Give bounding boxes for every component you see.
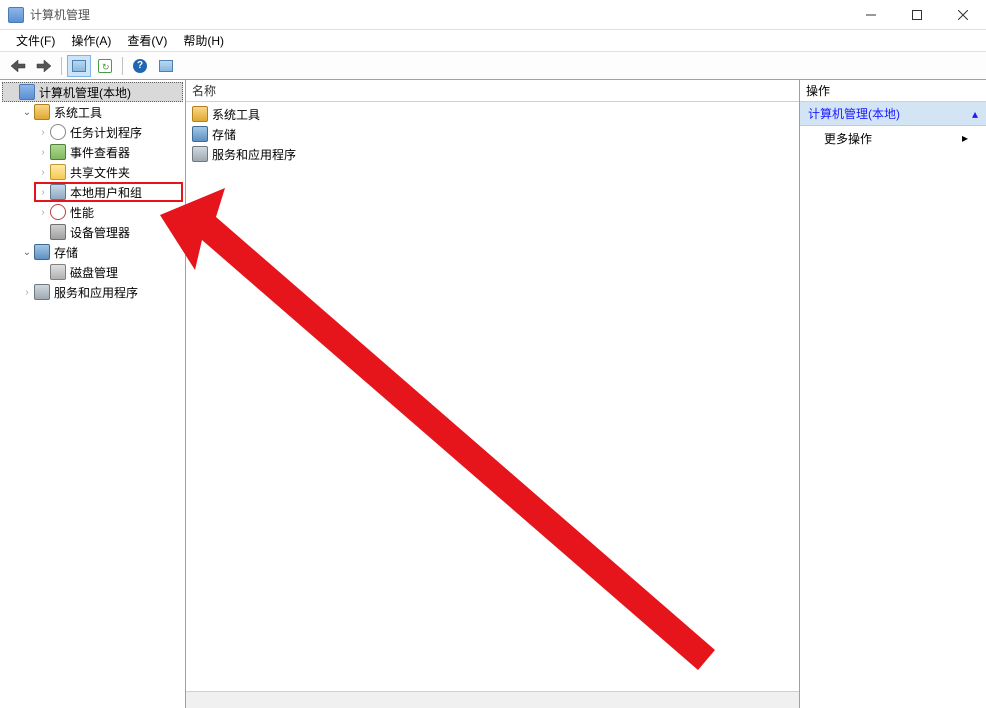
actions-section[interactable]: 计算机管理(本地) ▴ — [800, 102, 986, 126]
show-hide-action-button[interactable] — [154, 55, 178, 77]
tree-label: 存储 — [54, 244, 78, 261]
actions-more[interactable]: 更多操作 ▸ — [800, 126, 986, 150]
tree-storage[interactable]: ⌄ 存储 — [18, 242, 183, 262]
expander-icon[interactable]: ⌄ — [20, 245, 34, 259]
services-icon — [34, 284, 50, 300]
maximize-icon — [912, 10, 922, 20]
properties-icon: ↻ — [98, 59, 112, 73]
app-icon — [8, 7, 24, 23]
tree-label: 任务计划程序 — [70, 124, 142, 141]
arrow-right-icon — [36, 59, 52, 73]
expander-icon[interactable]: › — [36, 145, 50, 159]
list-item-services-apps[interactable]: 服务和应用程序 — [190, 144, 795, 164]
arrow-left-icon — [10, 59, 26, 73]
tree-task-scheduler[interactable]: › 任务计划程序 — [34, 122, 183, 142]
tree-label: 事件查看器 — [70, 144, 130, 161]
tree-event-viewer[interactable]: › 事件查看器 — [34, 142, 183, 162]
list-item-system-tools[interactable]: 系统工具 — [190, 104, 795, 124]
collapse-icon: ▴ — [972, 107, 978, 121]
performance-icon — [50, 204, 66, 220]
horizontal-scrollbar[interactable] — [186, 691, 799, 708]
expander-icon[interactable]: › — [36, 125, 50, 139]
tree-panel[interactable]: ▸ 计算机管理(本地) ⌄ 系统工具 › 任务计划程序 › 事件查看器 — [0, 80, 186, 708]
tree-label: 本地用户和组 — [70, 184, 142, 201]
menu-file[interactable]: 文件(F) — [8, 30, 63, 51]
list-column-header[interactable]: 名称 — [186, 80, 799, 102]
maximize-button[interactable] — [894, 0, 940, 29]
minimize-icon — [866, 10, 876, 20]
tree-root[interactable]: ▸ 计算机管理(本地) — [2, 82, 183, 102]
close-button[interactable] — [940, 0, 986, 29]
expander-icon[interactable]: › — [36, 205, 50, 219]
event-icon — [50, 144, 66, 160]
tools-icon — [192, 106, 208, 122]
expander-icon[interactable]: › — [36, 185, 50, 199]
list-item-storage[interactable]: 存储 — [190, 124, 795, 144]
help-button[interactable]: ? — [128, 55, 152, 77]
tree-shared-folders[interactable]: › 共享文件夹 — [34, 162, 183, 182]
list-item-label: 服务和应用程序 — [212, 146, 296, 163]
disk-icon — [50, 264, 66, 280]
minimize-button[interactable] — [848, 0, 894, 29]
menu-help[interactable]: 帮助(H) — [175, 30, 232, 51]
tree-label: 服务和应用程序 — [54, 284, 138, 301]
storage-icon — [34, 244, 50, 260]
tree-local-users-groups[interactable]: › 本地用户和组 — [34, 182, 183, 202]
tree-root-label: 计算机管理(本地) — [39, 84, 131, 101]
tree-disk-management[interactable]: ▸ 磁盘管理 — [34, 262, 183, 282]
tree-performance[interactable]: › 性能 — [34, 202, 183, 222]
list-item-label: 存储 — [212, 126, 236, 143]
tree-device-manager[interactable]: ▸ 设备管理器 — [34, 222, 183, 242]
folder-icon — [50, 164, 66, 180]
show-hide-tree-icon — [72, 60, 86, 72]
tree-label: 系统工具 — [54, 104, 102, 121]
tree-label: 设备管理器 — [70, 224, 130, 241]
actions-panel: 操作 计算机管理(本地) ▴ 更多操作 ▸ — [800, 80, 986, 708]
toolbar-separator — [61, 57, 62, 75]
show-hide-action-icon — [159, 60, 173, 72]
tree-label: 磁盘管理 — [70, 264, 118, 281]
services-icon — [192, 146, 208, 162]
storage-icon — [192, 126, 208, 142]
expander-icon[interactable]: › — [36, 165, 50, 179]
show-hide-tree-button[interactable] — [67, 55, 91, 77]
properties-button[interactable]: ↻ — [93, 55, 117, 77]
clock-icon — [50, 124, 66, 140]
tools-icon — [34, 104, 50, 120]
actions-more-label: 更多操作 — [824, 130, 872, 147]
actions-header: 操作 — [800, 80, 986, 102]
menubar: 文件(F) 操作(A) 查看(V) 帮助(H) — [0, 30, 986, 52]
device-manager-icon — [50, 224, 66, 240]
menu-view[interactable]: 查看(V) — [119, 30, 175, 51]
window-title: 计算机管理 — [30, 6, 848, 23]
tree-system-tools[interactable]: ⌄ 系统工具 — [18, 102, 183, 122]
list-item-label: 系统工具 — [212, 106, 260, 123]
expander-icon[interactable]: › — [20, 285, 34, 299]
toolbar: ↻ ? — [0, 52, 986, 80]
chevron-right-icon: ▸ — [962, 131, 968, 145]
back-button[interactable] — [6, 55, 30, 77]
tree-label: 共享文件夹 — [70, 164, 130, 181]
computer-icon — [19, 84, 35, 100]
help-icon: ? — [133, 59, 147, 73]
tree-label: 性能 — [70, 204, 94, 221]
tree-services-apps[interactable]: › 服务和应用程序 — [18, 282, 183, 302]
expander-icon[interactable]: ⌄ — [20, 105, 34, 119]
forward-button[interactable] — [32, 55, 56, 77]
menu-action[interactable]: 操作(A) — [63, 30, 119, 51]
actions-section-label: 计算机管理(本地) — [808, 105, 900, 122]
users-icon — [50, 184, 66, 200]
close-icon — [958, 10, 968, 20]
list-panel[interactable]: 名称 系统工具 存储 服务和应用程序 — [186, 80, 800, 708]
toolbar-separator — [122, 57, 123, 75]
